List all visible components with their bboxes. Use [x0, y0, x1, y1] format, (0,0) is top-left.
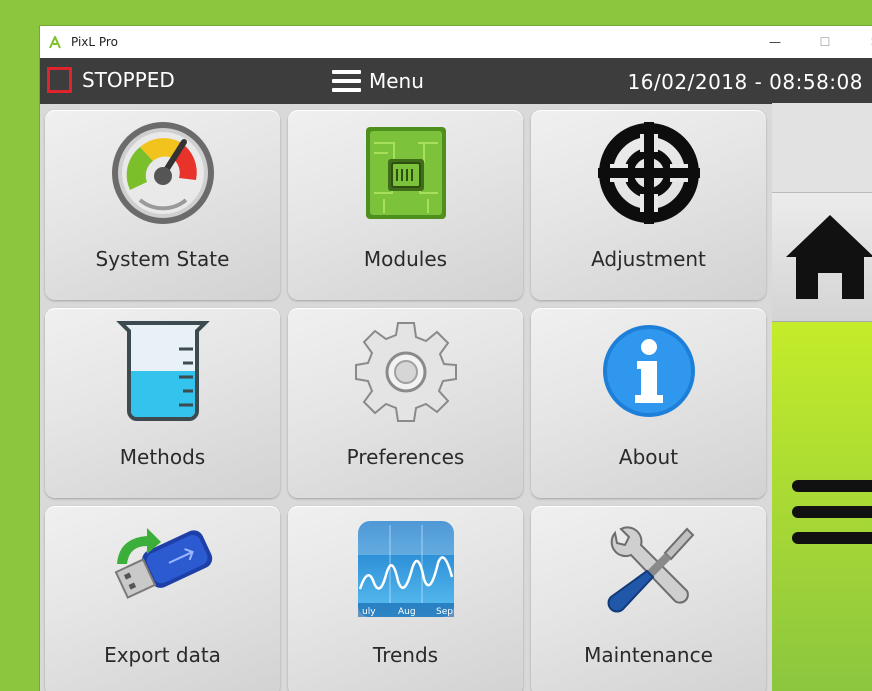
run-state-label: STOPPED [82, 68, 175, 92]
status-bar: STOPPED Menu 16/02/2018 - 08:58:08 [40, 58, 872, 104]
home-icon [786, 215, 872, 299]
close-button[interactable]: ✕ [852, 26, 872, 58]
hamburger-icon [792, 480, 872, 544]
trend-month-label: Sep [436, 607, 453, 617]
home-button[interactable] [772, 192, 872, 322]
crosshair-icon [597, 122, 700, 224]
hamburger-icon [332, 70, 361, 92]
window-title: PixL Pro [71, 35, 118, 49]
tile-modules[interactable]: Modules [288, 110, 523, 300]
tile-maintenance[interactable]: Maintenance [531, 506, 766, 691]
tile-label: Maintenance [584, 643, 713, 667]
tile-label: Adjustment [591, 247, 706, 271]
circuit-board-icon [365, 127, 446, 219]
gear-icon [354, 322, 457, 422]
side-panel [772, 103, 872, 691]
tile-export-data[interactable]: Export data [45, 506, 280, 691]
tile-about[interactable]: About [531, 308, 766, 498]
run-state-button[interactable]: STOPPED [47, 67, 175, 93]
tile-adjustment[interactable]: Adjustment [531, 110, 766, 300]
stop-icon [47, 67, 72, 93]
trend-month-label: Aug [398, 607, 416, 617]
tile-trends[interactable]: uly Aug Sep Trends [288, 506, 523, 691]
app-logo-icon [49, 35, 63, 49]
menu-label: Menu [369, 69, 424, 93]
datetime-display: 16/02/2018 - 08:58:08 [627, 70, 863, 94]
beaker-icon [115, 321, 210, 421]
tile-label: Export data [104, 643, 221, 667]
tile-label: Trends [372, 643, 439, 667]
tile-methods[interactable]: Methods [45, 308, 280, 498]
usb-drive-export-icon [114, 528, 212, 599]
minimize-button[interactable]: — [752, 26, 798, 58]
tile-preferences[interactable]: Preferences [288, 308, 523, 498]
trend-chart-icon: uly Aug Sep [357, 521, 454, 617]
tile-label: About [618, 445, 679, 469]
maximize-button[interactable]: ☐ [802, 26, 848, 58]
side-panel-blank [772, 103, 872, 192]
tile-label: Preferences [346, 445, 465, 469]
tools-icon [607, 526, 694, 613]
tile-label: Methods [119, 445, 206, 469]
menu-button[interactable]: Menu [332, 69, 424, 93]
side-menu-button[interactable] [772, 322, 872, 691]
speedometer-icon [111, 122, 214, 224]
title-bar: PixL Pro — ☐ ✕ [40, 26, 872, 58]
info-icon [602, 325, 695, 417]
tile-label: System State [95, 247, 230, 271]
tile-system-state[interactable]: System State [45, 110, 280, 300]
tile-label: Modules [363, 247, 448, 271]
trend-month-label: uly [362, 607, 376, 617]
